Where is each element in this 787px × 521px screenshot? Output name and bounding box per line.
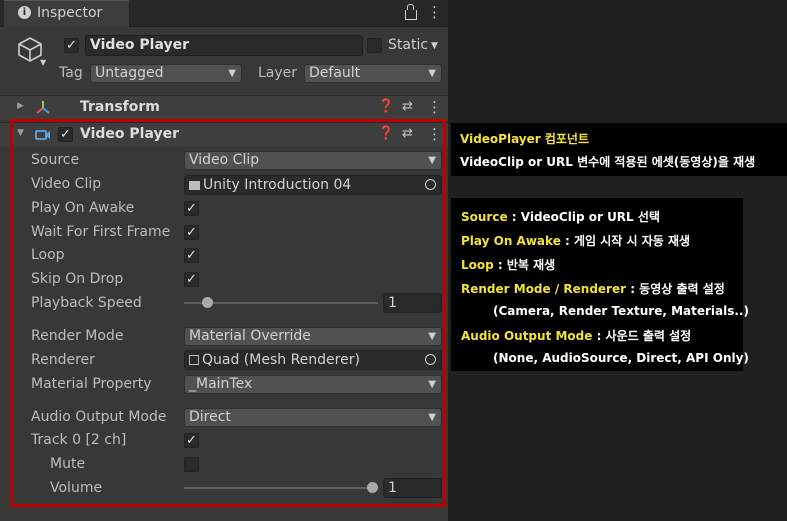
tag-value: Untagged [95, 65, 164, 81]
annotation-loop: Loop : 반복 재생 [461, 256, 555, 273]
layer-label: Layer [258, 65, 298, 81]
static-checkbox[interactable] [367, 38, 382, 53]
transform-icon [36, 101, 50, 114]
tab-inspector[interactable]: i Inspector [4, 0, 129, 27]
lock-icon[interactable] [405, 10, 417, 20]
annotation-audio: Audio Output Mode : 사운드 출력 설정 [461, 327, 691, 344]
inspector-panel: i Inspector ⋮ ▼ ✓ Video Player Static ▼ … [0, 0, 448, 521]
help-icon[interactable]: ❓ [378, 99, 394, 114]
presets-icon[interactable]: ⇄ [402, 99, 413, 114]
transform-header[interactable]: ▶ Transform ❓ ⇄ ⋮ [0, 95, 448, 120]
highlight-box [10, 119, 446, 507]
annotation-audio-text: : 사운드 출력 설정 [592, 329, 692, 343]
more-menu-icon[interactable]: ⋮ [427, 3, 442, 21]
annotation-audio-key: Audio Output Mode [461, 329, 593, 343]
annotation-render-sub: (Camera, Render Texture, Materials..) [493, 304, 749, 318]
annotation-top-line1: VideoPlayer 컴포넌트 [460, 132, 590, 146]
static-label[interactable]: Static [388, 37, 428, 53]
object-name-field[interactable]: Video Player [85, 35, 363, 56]
annotation-awake-text: : 게임 시작 시 자동 재생 [560, 234, 691, 248]
annotation-audio-sub: (None, AudioSource, Direct, API Only) [493, 351, 749, 365]
annotation-top-line2: VideoClip or URL 변수에 적용된 에셋(동영상)을 재생 [460, 155, 756, 169]
static-dropdown-arrow-icon[interactable]: ▼ [431, 41, 438, 51]
chevron-down-icon: ▼ [428, 68, 436, 79]
annotation-loop-key: Loop [461, 258, 494, 272]
annotation-source-key: Source [461, 210, 508, 224]
annotation-source-text: : VideoClip or URL 선택 [507, 210, 660, 224]
annotation-loop-text: : 반복 재생 [493, 258, 556, 272]
active-checkbox[interactable]: ✓ [64, 38, 79, 53]
lock-shackle-icon [407, 4, 414, 10]
annotation-details-box: Source : VideoClip or URL 선택 Play On Awa… [451, 198, 749, 371]
tag-label: Tag [59, 65, 83, 81]
layer-value: Default [309, 65, 361, 81]
more-menu-icon[interactable]: ⋮ [427, 98, 442, 116]
annotation-awake: Play On Awake : 게임 시작 시 자동 재생 [461, 232, 690, 249]
annotation-render-text: : 동영상 출력 설정 [626, 282, 725, 296]
icon-dropdown-arrow-icon[interactable]: ▼ [40, 58, 46, 67]
tag-dropdown[interactable]: Untagged ▼ [90, 64, 242, 83]
layer-dropdown[interactable]: Default ▼ [304, 64, 442, 83]
object-name: Video Player [90, 37, 189, 53]
annotation-top-box: VideoPlayer 컴포넌트 VideoClip or URL 변수에 적용… [451, 123, 787, 176]
annotation-awake-key: Play On Awake [461, 234, 561, 248]
annotation-source: Source : VideoClip or URL 선택 [461, 208, 660, 225]
tab-title: Inspector [37, 5, 103, 21]
chevron-down-icon: ▼ [228, 68, 236, 79]
info-icon: i [18, 6, 31, 19]
annotation-render: Render Mode / Renderer : 동영상 출력 설정 [461, 280, 725, 297]
foldout-arrow-icon[interactable]: ▶ [17, 101, 24, 111]
transform-title: Transform [80, 99, 160, 115]
annotation-render-key: Render Mode / Renderer [461, 282, 627, 296]
